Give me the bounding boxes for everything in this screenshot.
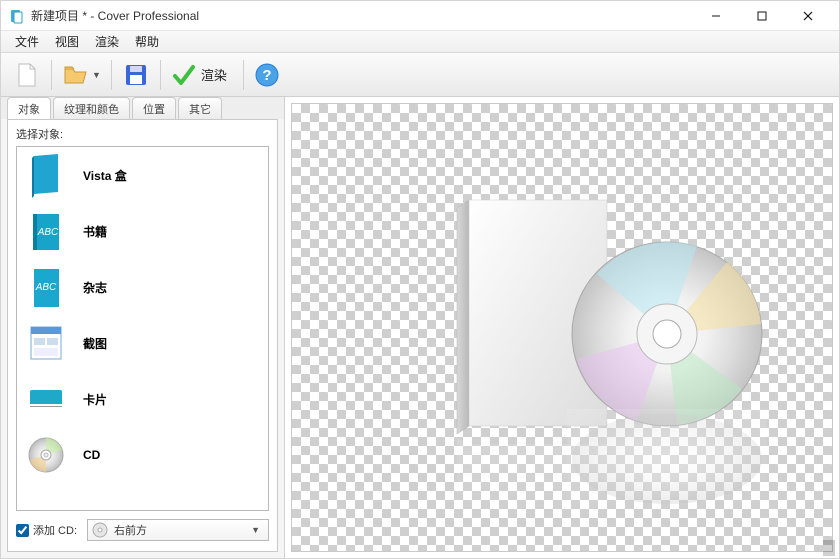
card-icon [25,376,67,422]
window-title: 新建项目 * - Cover Professional [31,7,693,24]
list-item[interactable]: Vista 盒 [17,147,268,203]
left-sidebar: 对象 纹理和颜色 位置 其它 选择对象: Vista 盒 ABC 书籍 [1,97,285,558]
list-item-label: 卡片 [83,391,107,408]
cd-disc-small-icon [92,522,108,538]
list-item[interactable]: ABC 杂志 [17,259,268,315]
help-icon: ? [254,62,280,88]
save-icon [122,61,150,89]
menu-view[interactable]: 视图 [47,31,87,52]
box-icon [25,152,67,198]
app-icon [9,8,25,24]
window-controls [693,1,831,31]
content-area: 对象 纹理和颜色 位置 其它 选择对象: Vista 盒 ABC 书籍 [1,97,839,558]
main-toolbar: ▼ 渲染 ? [1,53,839,97]
magazine-icon: ABC [25,264,67,310]
help-button[interactable]: ? [250,58,284,92]
render-button[interactable]: 渲染 [167,58,237,92]
new-file-icon [13,61,41,89]
open-button[interactable]: ▼ [58,58,105,92]
svg-text:ABC: ABC [35,282,57,293]
folder-open-icon [62,61,90,89]
checkmark-icon [171,62,197,88]
preview-canvas[interactable] [285,97,839,558]
toolbar-separator [111,60,112,90]
select-object-label: 选择对象: [8,120,277,146]
screenshot-icon [25,320,67,366]
render-preview [437,194,797,524]
save-button[interactable] [118,58,154,92]
panel-bottom-row: 添加 CD: 右前方 ▼ [8,511,277,551]
maximize-button[interactable] [739,1,785,31]
checker-background [291,103,833,552]
svg-text:?: ? [262,67,271,84]
list-item[interactable]: ABC 书籍 [17,203,268,259]
svg-text:ABC: ABC [37,227,59,238]
tab-other[interactable]: 其它 [178,97,222,119]
title-bar: 新建项目 * - Cover Professional [1,1,839,31]
minimize-button[interactable] [693,1,739,31]
sidebar-tabs: 对象 纹理和颜色 位置 其它 [1,97,284,119]
list-item-label: 截图 [83,335,107,352]
add-cd-checkbox[interactable]: 添加 CD: [16,522,77,538]
toolbar-separator [243,60,244,90]
list-item-label: Vista 盒 [83,167,127,184]
list-item[interactable]: CD [17,427,268,483]
cd-disc-icon [25,432,67,478]
objects-panel: 选择对象: Vista 盒 ABC 书籍 ABC [7,119,278,552]
list-item-label: 杂志 [83,279,107,296]
close-button[interactable] [785,1,831,31]
cd-position-value: 右前方 [114,522,247,538]
chevron-down-icon: ▼ [92,70,101,80]
add-cd-label: 添加 CD: [33,522,77,538]
new-button[interactable] [9,58,45,92]
book-icon: ABC [25,208,67,254]
tab-texture-color[interactable]: 纹理和颜色 [53,97,130,119]
list-item-label: 书籍 [83,223,107,240]
render-button-label: 渲染 [201,65,227,84]
tab-position[interactable]: 位置 [132,97,176,119]
list-item-label: CD [83,448,100,462]
list-item[interactable]: 截图 [17,315,268,371]
list-item[interactable]: 卡片 [17,371,268,427]
menu-file[interactable]: 文件 [7,31,47,52]
menu-render[interactable]: 渲染 [87,31,127,52]
menu-help[interactable]: 帮助 [127,31,167,52]
toolbar-separator [160,60,161,90]
chevron-down-icon: ▼ [247,525,264,535]
cd-position-dropdown[interactable]: 右前方 ▼ [87,519,269,541]
tab-objects[interactable]: 对象 [7,97,51,119]
menu-bar: 文件 视图 渲染 帮助 [1,31,839,53]
toolbar-separator [51,60,52,90]
add-cd-checkbox-input[interactable] [16,524,29,537]
watermark [823,540,835,556]
object-list[interactable]: Vista 盒 ABC 书籍 ABC 杂志 [16,146,269,511]
